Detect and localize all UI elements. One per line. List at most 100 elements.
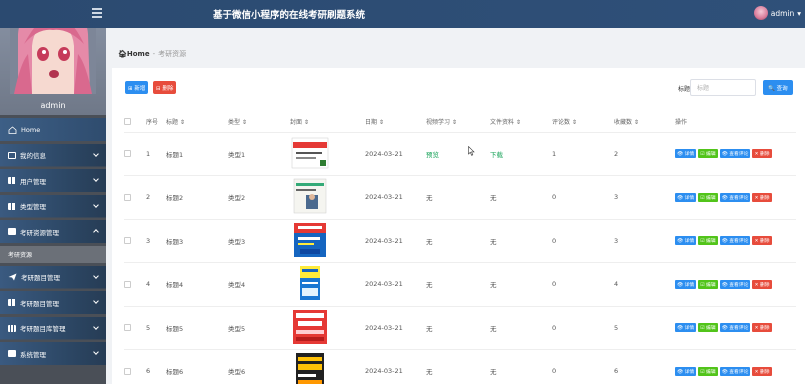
- row-select-cell: [124, 132, 146, 176]
- sidebar-item-types[interactable]: 类型管理: [0, 194, 106, 218]
- row-checkbox[interactable]: [124, 237, 131, 245]
- delete-row-button[interactable]: ✕ 删除: [752, 323, 772, 333]
- detail-button[interactable]: 👁 详情: [675, 323, 697, 333]
- edit-button[interactable]: ☑ 编辑: [698, 323, 718, 333]
- sidebar-item-resources[interactable]: 考研资源管理: [0, 220, 106, 243]
- sidebar-item-system[interactable]: 系统管理: [0, 342, 106, 365]
- edit-button[interactable]: ☑ 编辑: [698, 366, 718, 376]
- grid-icon: [8, 177, 16, 184]
- sidebar-item-home[interactable]: Home: [0, 118, 106, 141]
- cell-video: 无: [426, 219, 490, 263]
- view-comments-button[interactable]: 👁 查看评论: [719, 366, 751, 376]
- sidebar-item-questions-2[interactable]: 考研题目管理: [0, 291, 106, 314]
- edit-button[interactable]: ☑ 编辑: [698, 236, 718, 246]
- cell-video: 无: [426, 262, 490, 307]
- column-header[interactable]: 标题 ⇕: [166, 112, 228, 133]
- select-all-header: [124, 112, 146, 133]
- send-icon: [8, 273, 17, 281]
- search-button[interactable]: 🔍 查询: [763, 80, 793, 95]
- row-checkbox[interactable]: [124, 324, 131, 332]
- column-header[interactable]: 封面 ⇕: [290, 112, 365, 133]
- edit-button[interactable]: ☑ 编辑: [698, 279, 718, 289]
- sidebar-item-question-bank[interactable]: 考研题目库管理: [0, 316, 106, 340]
- search-label: 标题: [678, 86, 691, 93]
- cover-image[interactable]: [290, 264, 330, 302]
- cell-index: 6: [146, 349, 166, 384]
- view-comments-button[interactable]: 👁 查看评论: [719, 279, 751, 289]
- add-button[interactable]: ⊞ 新增: [125, 81, 149, 94]
- cell-video[interactable]: 预览: [426, 132, 490, 176]
- delete-row-button[interactable]: ✕ 删除: [752, 236, 772, 246]
- delete-row-button[interactable]: ✕ 删除: [752, 192, 772, 202]
- cell-index: 3: [146, 219, 166, 263]
- view-comments-button[interactable]: 👁 查看评论: [719, 236, 751, 246]
- sidebar-item-label: 考研题目库管理: [20, 325, 66, 333]
- row-select-cell: [124, 262, 146, 307]
- profile-name: admin: [40, 101, 66, 110]
- breadcrumb-separator: -: [152, 50, 156, 58]
- row-checkbox[interactable]: [124, 193, 131, 201]
- card-icon: [8, 228, 16, 235]
- cell-actions: 👁 详情 ☑ 编辑 👁 查看评论 ✕ 删除: [675, 306, 796, 350]
- view-comments-button[interactable]: 👁 查看评论: [719, 149, 751, 159]
- card-icon: [8, 151, 16, 159]
- sidebar-subitem-resources[interactable]: 考研资源: [0, 245, 106, 263]
- column-header[interactable]: 日期 ⇕: [365, 112, 426, 133]
- cover-image[interactable]: [290, 134, 330, 172]
- cell-title: 标题1: [166, 132, 228, 176]
- view-comments-button[interactable]: 👁 查看评论: [719, 192, 751, 202]
- cell-title: 标题5: [166, 306, 228, 350]
- cell-actions: 👁 详情 ☑ 编辑 👁 查看评论 ✕ 删除: [675, 349, 796, 384]
- cell-video: 无: [426, 175, 490, 220]
- sidebar-item-questions[interactable]: 考研题目管理: [0, 265, 106, 289]
- sidebar-item-label: Home: [21, 125, 41, 134]
- cell-file: 无: [490, 349, 552, 384]
- select-all-checkbox[interactable]: [124, 118, 131, 126]
- cover-image[interactable]: [290, 351, 330, 384]
- delete-button[interactable]: ⊟ 删除: [153, 81, 177, 94]
- cover-image[interactable]: [290, 308, 330, 346]
- edit-button[interactable]: ☑ 编辑: [698, 149, 718, 159]
- column-header[interactable]: 评论数 ⇕: [552, 112, 614, 133]
- delete-row-button[interactable]: ✕ 删除: [752, 366, 772, 376]
- detail-button[interactable]: 👁 详情: [675, 366, 697, 376]
- cell-actions: 👁 详情 ☑ 编辑 👁 查看评论 ✕ 删除: [675, 219, 796, 263]
- delete-row-button[interactable]: ✕ 删除: [752, 279, 772, 289]
- chevron-down-icon: [93, 272, 99, 279]
- column-header[interactable]: 视频学习 ⇕: [426, 112, 490, 133]
- cover-image[interactable]: [290, 177, 330, 215]
- sidebar-item-label: 考研资源管理: [20, 228, 59, 237]
- cell-date: 2024-03-21: [365, 262, 426, 307]
- cell-cover: [290, 175, 365, 220]
- chevron-down-icon: [93, 201, 99, 208]
- detail-button[interactable]: 👁 详情: [675, 149, 697, 159]
- user-menu[interactable]: admin ▾: [753, 6, 801, 20]
- column-header: 序号: [146, 112, 166, 133]
- column-header[interactable]: 文件资料 ⇕: [490, 112, 552, 133]
- edit-button[interactable]: ☑ 编辑: [698, 192, 718, 202]
- cell-favorites: 3: [614, 219, 675, 263]
- detail-button[interactable]: 👁 详情: [675, 192, 697, 202]
- cell-file: 无: [490, 219, 552, 263]
- menu-icon[interactable]: [92, 8, 102, 18]
- cell-file[interactable]: 下载: [490, 132, 552, 176]
- detail-button[interactable]: 👁 详情: [675, 279, 697, 289]
- search-input[interactable]: 标题: [690, 79, 756, 96]
- row-checkbox[interactable]: [124, 280, 131, 288]
- delete-row-button[interactable]: ✕ 删除: [752, 149, 772, 159]
- row-checkbox[interactable]: [124, 367, 131, 375]
- cell-comments: 0: [552, 175, 614, 220]
- sidebar-item-users[interactable]: 用户管理: [0, 169, 106, 192]
- cell-cover: [290, 262, 365, 307]
- cell-favorites: 3: [614, 175, 675, 220]
- column-header[interactable]: 类型 ⇕: [228, 112, 290, 133]
- breadcrumb-home[interactable]: 🏠︎Home: [118, 50, 150, 58]
- cell-type: 类型2: [228, 175, 290, 220]
- column-header[interactable]: 收藏数 ⇕: [614, 112, 675, 133]
- sidebar-item-my-info[interactable]: 我的信息: [0, 143, 106, 167]
- cover-image[interactable]: [290, 221, 330, 259]
- view-comments-button[interactable]: 👁 查看评论: [719, 323, 751, 333]
- cell-type: 类型6: [228, 349, 290, 384]
- detail-button[interactable]: 👁 详情: [675, 236, 697, 246]
- row-checkbox[interactable]: [124, 150, 131, 158]
